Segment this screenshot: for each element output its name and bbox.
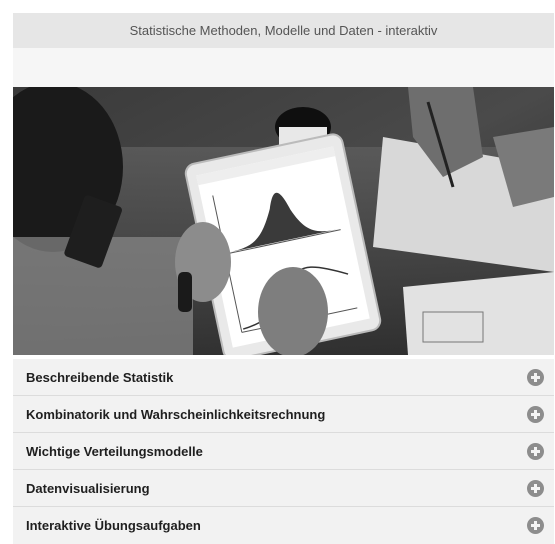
- page-title: Statistische Methoden, Modelle und Daten…: [129, 23, 438, 38]
- accordion-item-label: Kombinatorik und Wahrscheinlichkeitsrech…: [26, 406, 326, 422]
- accordion-item-uebungsaufgaben[interactable]: Interaktive Übungsaufgaben: [13, 507, 554, 544]
- accordion-item-datenvisualisierung[interactable]: Datenvisualisierung: [13, 470, 554, 507]
- accordion-item-kombinatorik[interactable]: Kombinatorik und Wahrscheinlichkeitsrech…: [13, 396, 554, 433]
- accordion-item-beschreibende-statistik[interactable]: Beschreibende Statistik: [13, 359, 554, 396]
- accordion-item-label: Datenvisualisierung: [26, 480, 150, 496]
- accordion-item-verteilungsmodelle[interactable]: Wichtige Verteilungsmodelle: [13, 433, 554, 470]
- plus-circle-icon[interactable]: [527, 442, 544, 460]
- topic-accordion: Beschreibende Statistik Kombinatorik und…: [13, 359, 554, 544]
- plus-circle-icon[interactable]: [527, 368, 544, 386]
- hero-image: [13, 87, 554, 355]
- plus-circle-icon[interactable]: [527, 405, 544, 423]
- accordion-item-label: Interaktive Übungsaufgaben: [26, 518, 201, 533]
- hero-photo-illustration: [13, 87, 554, 355]
- plus-circle-icon[interactable]: [527, 517, 544, 534]
- accordion-item-label: Beschreibende Statistik: [26, 369, 174, 385]
- header-spacer: [13, 48, 554, 87]
- plus-circle-icon[interactable]: [527, 479, 544, 497]
- app-header: Statistische Methoden, Modelle und Daten…: [13, 13, 554, 48]
- accordion-item-label: Wichtige Verteilungsmodelle: [26, 443, 203, 459]
